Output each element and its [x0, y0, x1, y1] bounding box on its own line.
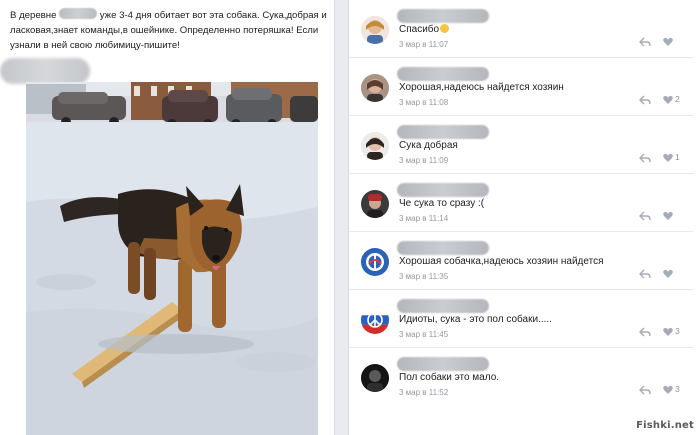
avatar-image	[361, 190, 389, 218]
post-text-line1-end: уже 3-4 дня обитает вот эта собака. Сука…	[99, 10, 327, 21]
comment-item: Идиоты, сука - это пол собаки..... 3 мар…	[349, 290, 693, 348]
heart-icon[interactable]	[663, 385, 673, 395]
redacted-author	[0, 58, 90, 84]
redacted-user-name	[397, 357, 489, 371]
heart-icon[interactable]	[663, 327, 673, 337]
comment-text: Сука добрая	[399, 140, 458, 151]
avatar[interactable]	[361, 16, 389, 44]
post-card: В деревне уже 3-4 дня обитает вот эта со…	[0, 0, 335, 435]
redacted-user-name	[397, 125, 489, 139]
comment-text: Хорошая собачка,надеюсь хозяин найдется	[399, 256, 604, 267]
reply-arrow-icon[interactable]	[639, 153, 651, 163]
comment-item: Пол собаки это мало. 3 мар в 11:52 3	[349, 348, 693, 406]
comment-timestamp[interactable]: 3 мар в 11:14	[399, 214, 448, 223]
comment-text: Идиоты, сука - это пол собаки.....	[399, 314, 552, 325]
redacted-user-name	[397, 9, 489, 23]
reply-arrow-icon[interactable]	[639, 37, 651, 47]
redacted-user-name	[397, 183, 489, 197]
comment-item: Сука добрая 3 мар в 11:09 1	[349, 116, 693, 174]
comments-panel: Спасибо 3 мар в 11:07 Хорошая,надеюсь на…	[348, 0, 700, 435]
avatar-image	[361, 248, 389, 276]
comment-timestamp[interactable]: 3 мар в 11:09	[399, 156, 448, 165]
comment-text: Хорошая,надеюсь найдется хозяин	[399, 82, 564, 93]
dog-photo-image	[26, 82, 318, 435]
comment-timestamp[interactable]: 3 мар в 11:35	[399, 272, 448, 281]
avatar[interactable]	[361, 364, 389, 392]
comment-item: Хорошая собачка,надеюсь хозяин найдется …	[349, 232, 693, 290]
post-text: В деревне уже 3-4 дня обитает вот эта со…	[10, 8, 328, 53]
avatar[interactable]	[361, 132, 389, 160]
avatar[interactable]	[361, 190, 389, 218]
heart-icon[interactable]	[663, 37, 673, 47]
avatar-image	[361, 132, 389, 160]
redacted-user-name	[397, 67, 489, 81]
reply-arrow-icon[interactable]	[639, 385, 651, 395]
avatar-image	[361, 74, 389, 102]
reply-arrow-icon[interactable]	[639, 211, 651, 221]
comment-timestamp[interactable]: 3 мар в 11:07	[399, 40, 448, 49]
redacted-village-name	[59, 8, 98, 19]
reply-arrow-icon[interactable]	[639, 269, 651, 279]
post-text-line2: ласковая,знает команды,в ошейнике. Опред…	[10, 25, 319, 36]
like-count: 3	[675, 326, 680, 336]
redacted-user-name	[397, 241, 489, 255]
comment-item: Хорошая,надеюсь найдется хозяин 3 мар в …	[349, 58, 693, 116]
heart-icon[interactable]	[663, 211, 673, 221]
reply-arrow-icon[interactable]	[639, 327, 651, 337]
like-count: 1	[675, 152, 680, 162]
reply-arrow-icon[interactable]	[639, 95, 651, 105]
comment-item: Спасибо 3 мар в 11:07	[349, 0, 693, 58]
post-text-line1-start: В деревне	[10, 10, 57, 21]
comment-timestamp[interactable]: 3 мар в 11:52	[399, 388, 448, 397]
smile-emoji-icon	[440, 24, 450, 33]
avatar-image	[361, 364, 389, 392]
avatar[interactable]	[361, 74, 389, 102]
comment-text: Пол собаки это мало.	[399, 372, 500, 383]
avatar-image	[361, 16, 389, 44]
comment-timestamp[interactable]: 3 мар в 11:08	[399, 98, 448, 107]
heart-icon[interactable]	[663, 95, 673, 105]
watermark: Fishki.net	[636, 420, 694, 431]
heart-icon[interactable]	[663, 153, 673, 163]
avatar[interactable]	[361, 306, 389, 334]
post-text-line3: узнали в ней свою любимицу-пишите!	[10, 40, 180, 51]
avatar[interactable]	[361, 248, 389, 276]
comment-text: Че сука то сразу :(	[399, 198, 485, 209]
comment-item: Че сука то сразу :( 3 мар в 11:14	[349, 174, 693, 232]
comment-text: Спасибо	[399, 24, 450, 35]
comment-timestamp[interactable]: 3 мар в 11:45	[399, 330, 448, 339]
post-photo[interactable]	[26, 82, 318, 435]
heart-icon[interactable]	[663, 269, 673, 279]
like-count: 3	[675, 384, 680, 394]
like-count: 2	[675, 94, 680, 104]
avatar-image	[361, 306, 389, 334]
redacted-user-name	[397, 299, 489, 313]
